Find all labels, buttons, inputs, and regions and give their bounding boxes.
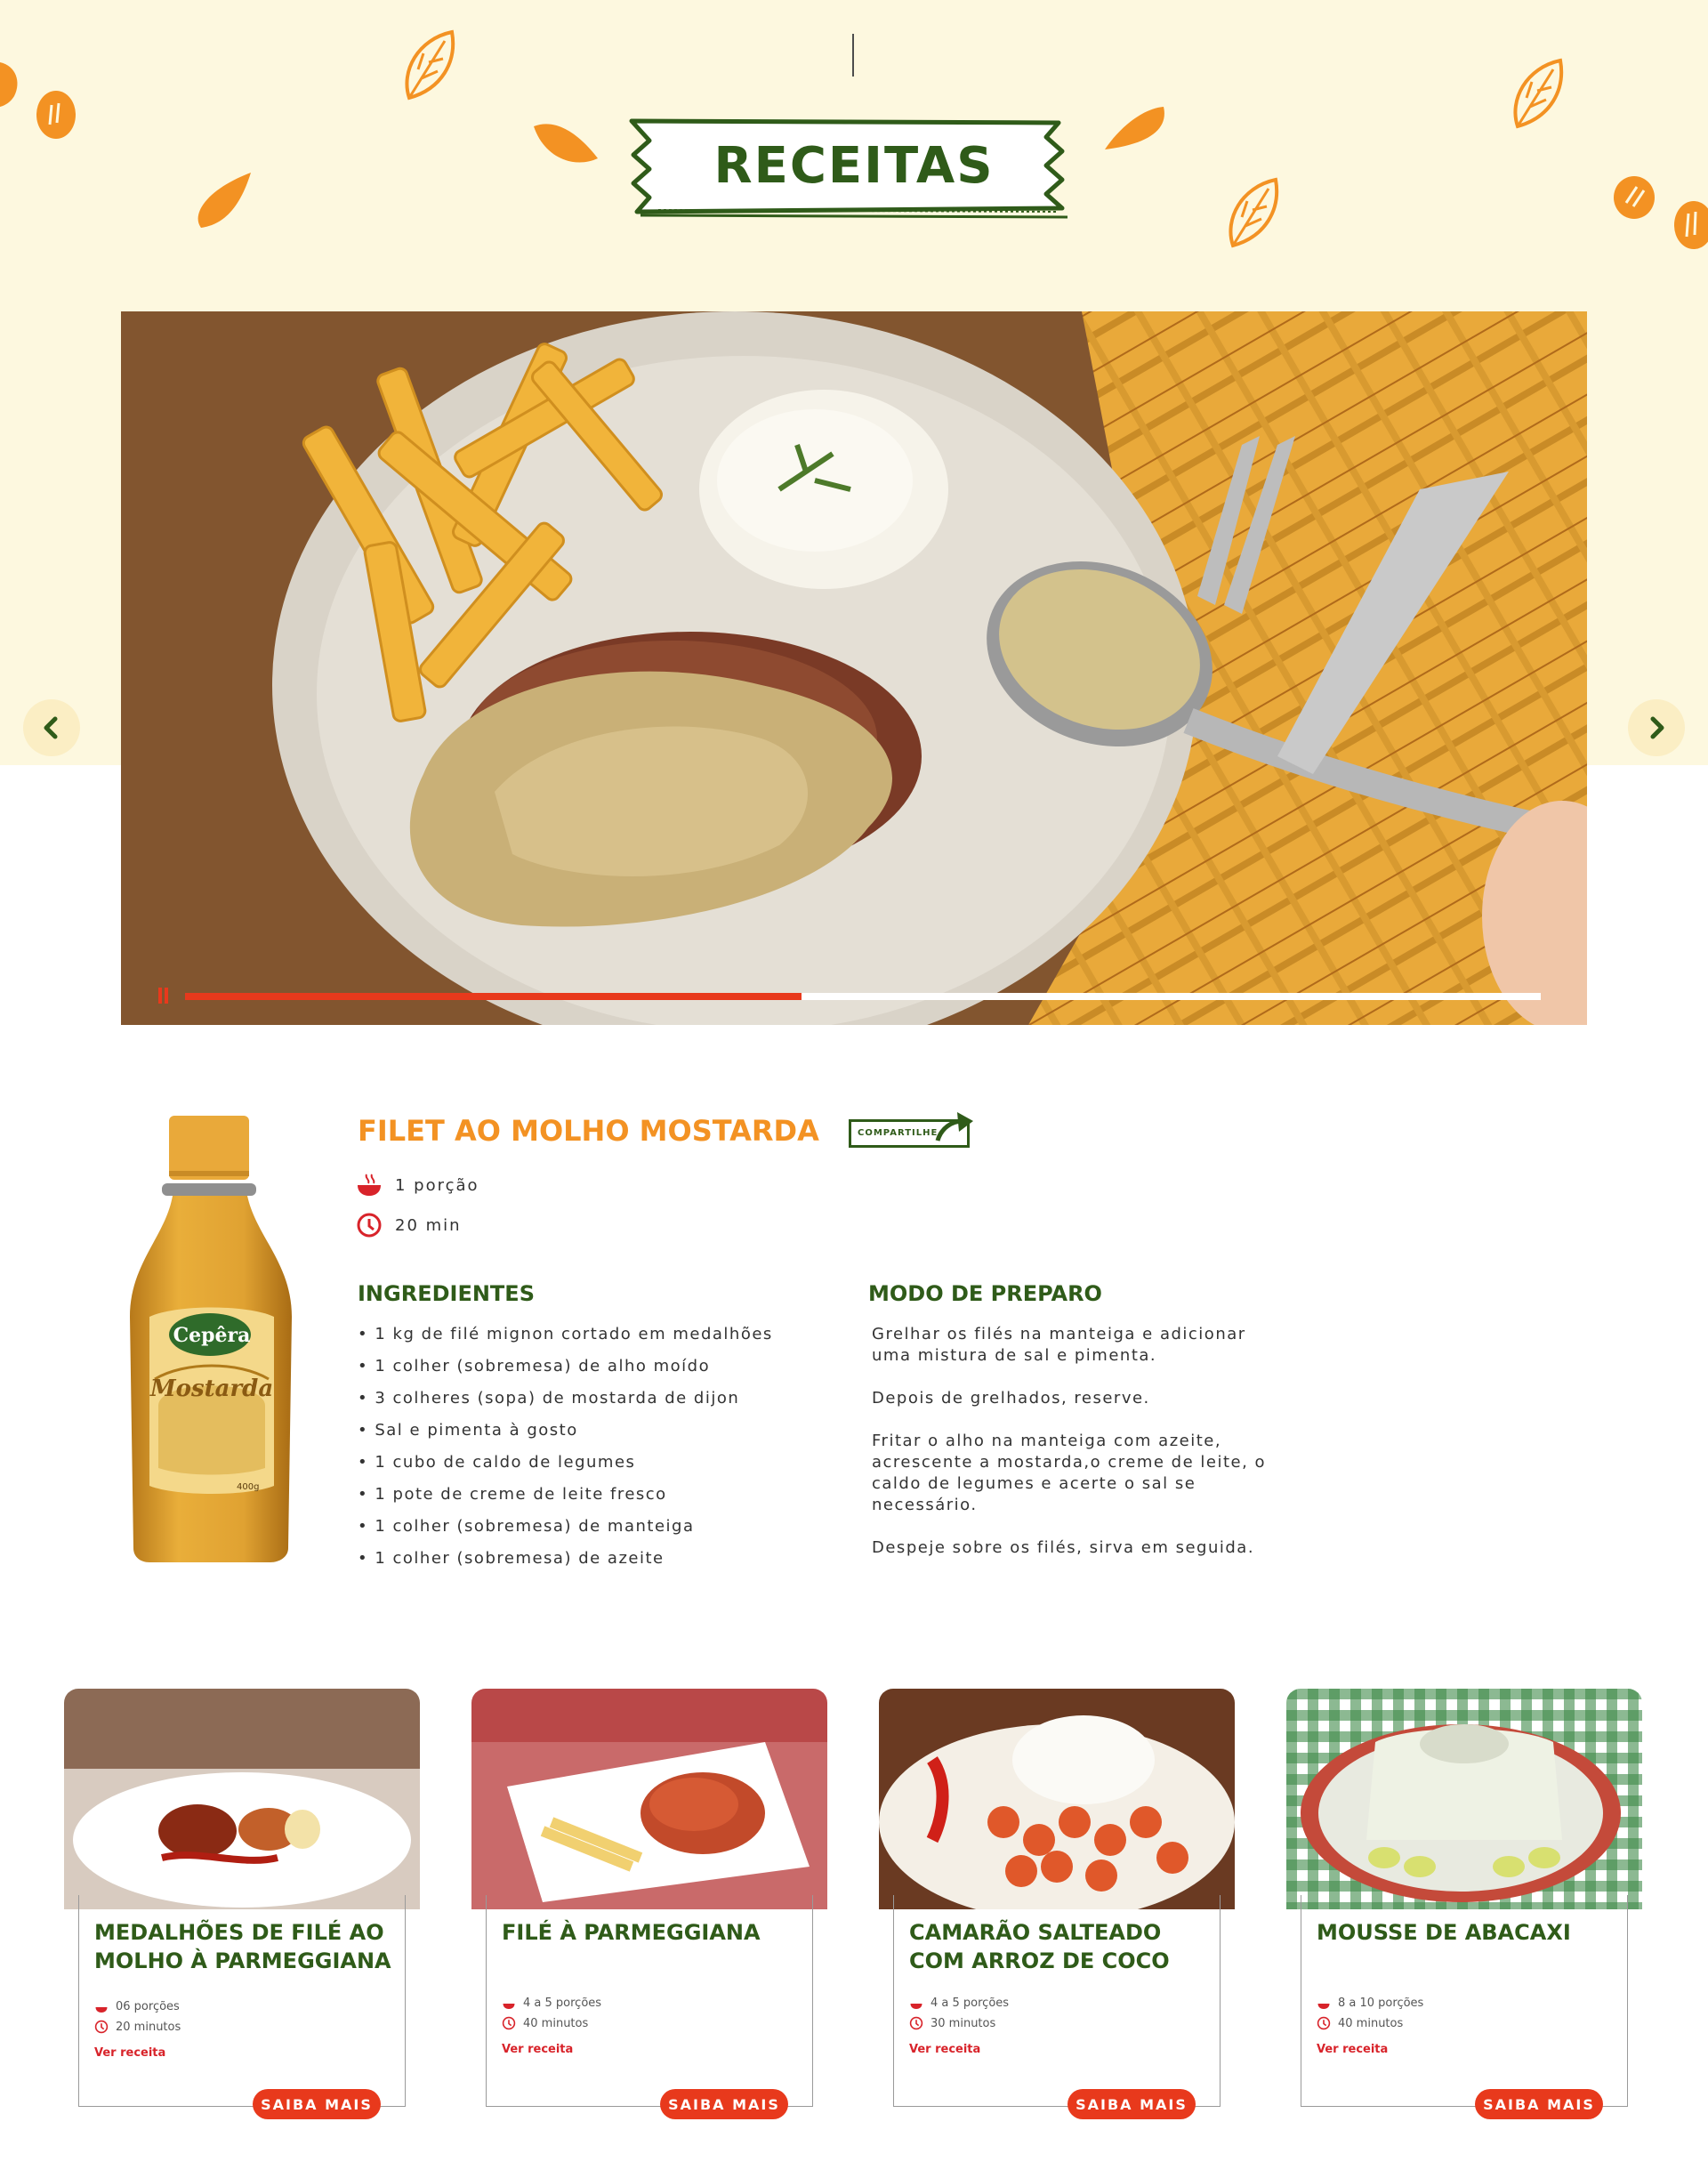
method-steps: Grelhar os filés na manteiga e adicionar… <box>872 1324 1281 1580</box>
method-step: Depois de grelhados, reserve. <box>872 1389 1150 1408</box>
drop-icon <box>0 62 18 107</box>
pause-icon[interactable] <box>157 988 171 1004</box>
saiba-mais-button[interactable]: SAIBA MAIS <box>1068 2089 1196 2119</box>
saiba-mais-button[interactable]: SAIBA MAIS <box>253 2089 381 2119</box>
related-recipe-card[interactable]: CAMARÃO SALTEADO COM ARROZ DE COCO 4 a 5… <box>879 1689 1235 2125</box>
product-brand: Cepêra <box>173 1324 251 1347</box>
time-row: 20 min <box>356 1212 462 1238</box>
card-servings-text: 8 a 10 porções <box>1338 1997 1424 2010</box>
clock-icon <box>502 2016 516 2030</box>
clock-icon <box>909 2016 923 2030</box>
card-image[interactable] <box>471 1689 827 1909</box>
card-time: 20 minutos <box>94 2020 181 2034</box>
ingredient-item: 1 cubo de caldo de legumes <box>358 1452 856 1484</box>
saiba-mais-button[interactable]: SAIBA MAIS <box>660 2089 788 2119</box>
top-divider <box>852 34 854 77</box>
card-servings: 8 a 10 porções <box>1317 1997 1423 2010</box>
ingredient-item: 1 colher (sobremesa) de azeite <box>358 1548 856 1580</box>
ingredient-item: 1 kg de filé mignon cortado em medalhões <box>358 1324 856 1356</box>
drop-icon <box>1105 107 1164 149</box>
share-button[interactable]: COMPARTILHE <box>849 1110 975 1151</box>
seed-icon <box>36 91 76 139</box>
chevron-left-icon <box>44 716 58 739</box>
bowl-icon <box>503 2003 515 2009</box>
drop-icon <box>534 124 598 163</box>
card-title: MOUSSE DE ABACAXI <box>1317 1920 1571 1945</box>
card-servings: 4 a 5 porções <box>502 1997 601 2010</box>
card-time-text: 40 minutos <box>1338 2016 1404 2030</box>
card-image[interactable] <box>1286 1689 1642 1909</box>
card-time: 40 minutos <box>502 2016 588 2030</box>
card-title: MEDALHÕES DE FILÉ AO MOLHO À PARMEGGIANA <box>94 1920 391 1973</box>
clock-icon <box>357 1213 382 1238</box>
video-progress-bar[interactable] <box>185 993 1541 1000</box>
seed-icon <box>1614 176 1655 219</box>
card-link[interactable]: Ver receita <box>502 2043 573 2056</box>
title-banner: RECEITAS <box>623 116 1085 222</box>
card-servings-text: 4 a 5 porções <box>523 1997 602 2010</box>
saiba-mais-button[interactable]: SAIBA MAIS <box>1475 2089 1603 2119</box>
product-weight: 400g <box>237 1482 260 1492</box>
ingredients-list: 1 kg de filé mignon cortado em medalhões… <box>358 1324 856 1580</box>
time-text: 20 min <box>395 1215 462 1235</box>
bowl-icon <box>95 2006 108 2013</box>
servings-text: 1 porção <box>395 1175 479 1195</box>
card-link[interactable]: Ver receita <box>1317 2043 1388 2056</box>
drop-icon <box>197 173 251 228</box>
carousel-next-button[interactable] <box>1628 699 1685 756</box>
card-image[interactable] <box>879 1689 1235 1909</box>
bowl-icon <box>910 2003 922 2009</box>
ingredient-item: 1 colher (sobremesa) de alho moído <box>358 1356 856 1388</box>
card-servings-text: 06 porções <box>116 2000 180 2013</box>
related-recipe-card[interactable]: FILÉ À PARMEGGIANA 4 a 5 porções 40 minu… <box>471 1689 827 2125</box>
bowl-icon <box>1317 2003 1330 2009</box>
video-progress-fill <box>185 993 802 1000</box>
card-title: CAMARÃO SALTEADO COM ARROZ DE COCO <box>909 1920 1170 1973</box>
method-step: Fritar o alho na manteiga com azeite, ac… <box>872 1432 1267 1514</box>
product-image: Cepêra Mostarda 400g <box>123 1112 301 1566</box>
card-time: 30 minutos <box>909 2016 995 2030</box>
method-step: Grelhar os filés na manteiga e adicionar… <box>872 1325 1246 1365</box>
ingredient-item: 3 colheres (sopa) de mostarda de dijon <box>358 1388 856 1420</box>
bowl-icon <box>358 1174 381 1196</box>
share-arrow-icon <box>935 1112 973 1142</box>
seed-icon <box>1674 201 1708 249</box>
product-name: Mostarda <box>149 1375 274 1402</box>
card-image[interactable] <box>64 1689 420 1909</box>
carousel-prev-button[interactable] <box>23 699 80 756</box>
card-servings: 06 porções <box>94 2000 180 2013</box>
servings-row: 1 porção <box>356 1173 479 1198</box>
recipe-title: FILET AO MOLHO MOSTARDA <box>358 1114 819 1148</box>
card-time: 40 minutos <box>1317 2016 1403 2030</box>
chevron-right-icon <box>1650 716 1664 739</box>
ingredients-title: INGREDIENTES <box>358 1281 535 1306</box>
card-servings: 4 a 5 porções <box>909 1997 1009 2010</box>
method-title: MODO DE PREPARO <box>868 1281 1102 1306</box>
ingredient-item: 1 colher (sobremesa) de manteiga <box>358 1516 856 1548</box>
card-time-text: 40 minutos <box>523 2016 589 2030</box>
card-servings-text: 4 a 5 porções <box>931 1997 1010 2010</box>
card-time-text: 30 minutos <box>931 2016 996 2030</box>
ingredient-item: Sal e pimenta à gosto <box>358 1420 856 1452</box>
card-time-text: 20 minutos <box>116 2020 181 2034</box>
recipe-video[interactable] <box>121 311 1587 1025</box>
leaf-icon <box>1513 58 1564 129</box>
clock-icon <box>94 2020 109 2034</box>
leaf-icon <box>405 29 455 101</box>
card-title: FILÉ À PARMEGGIANA <box>502 1920 761 1945</box>
leaf-icon <box>1229 177 1279 248</box>
method-step: Despeje sobre os filés, sirva em seguida… <box>872 1538 1255 1557</box>
card-link[interactable]: Ver receita <box>909 2043 980 2056</box>
share-label: COMPARTILHE <box>858 1128 939 1138</box>
ingredient-item: 1 pote de creme de leite fresco <box>358 1484 856 1516</box>
video-frame-image <box>121 311 1587 1025</box>
card-link[interactable]: Ver receita <box>94 2046 165 2060</box>
related-recipe-card[interactable]: MEDALHÕES DE FILÉ AO MOLHO À PARMEGGIANA… <box>64 1689 420 2125</box>
related-recipe-card[interactable]: MOUSSE DE ABACAXI 8 a 10 porções 40 minu… <box>1286 1689 1642 2125</box>
clock-icon <box>1317 2016 1331 2030</box>
page-title: RECEITAS <box>713 137 995 195</box>
